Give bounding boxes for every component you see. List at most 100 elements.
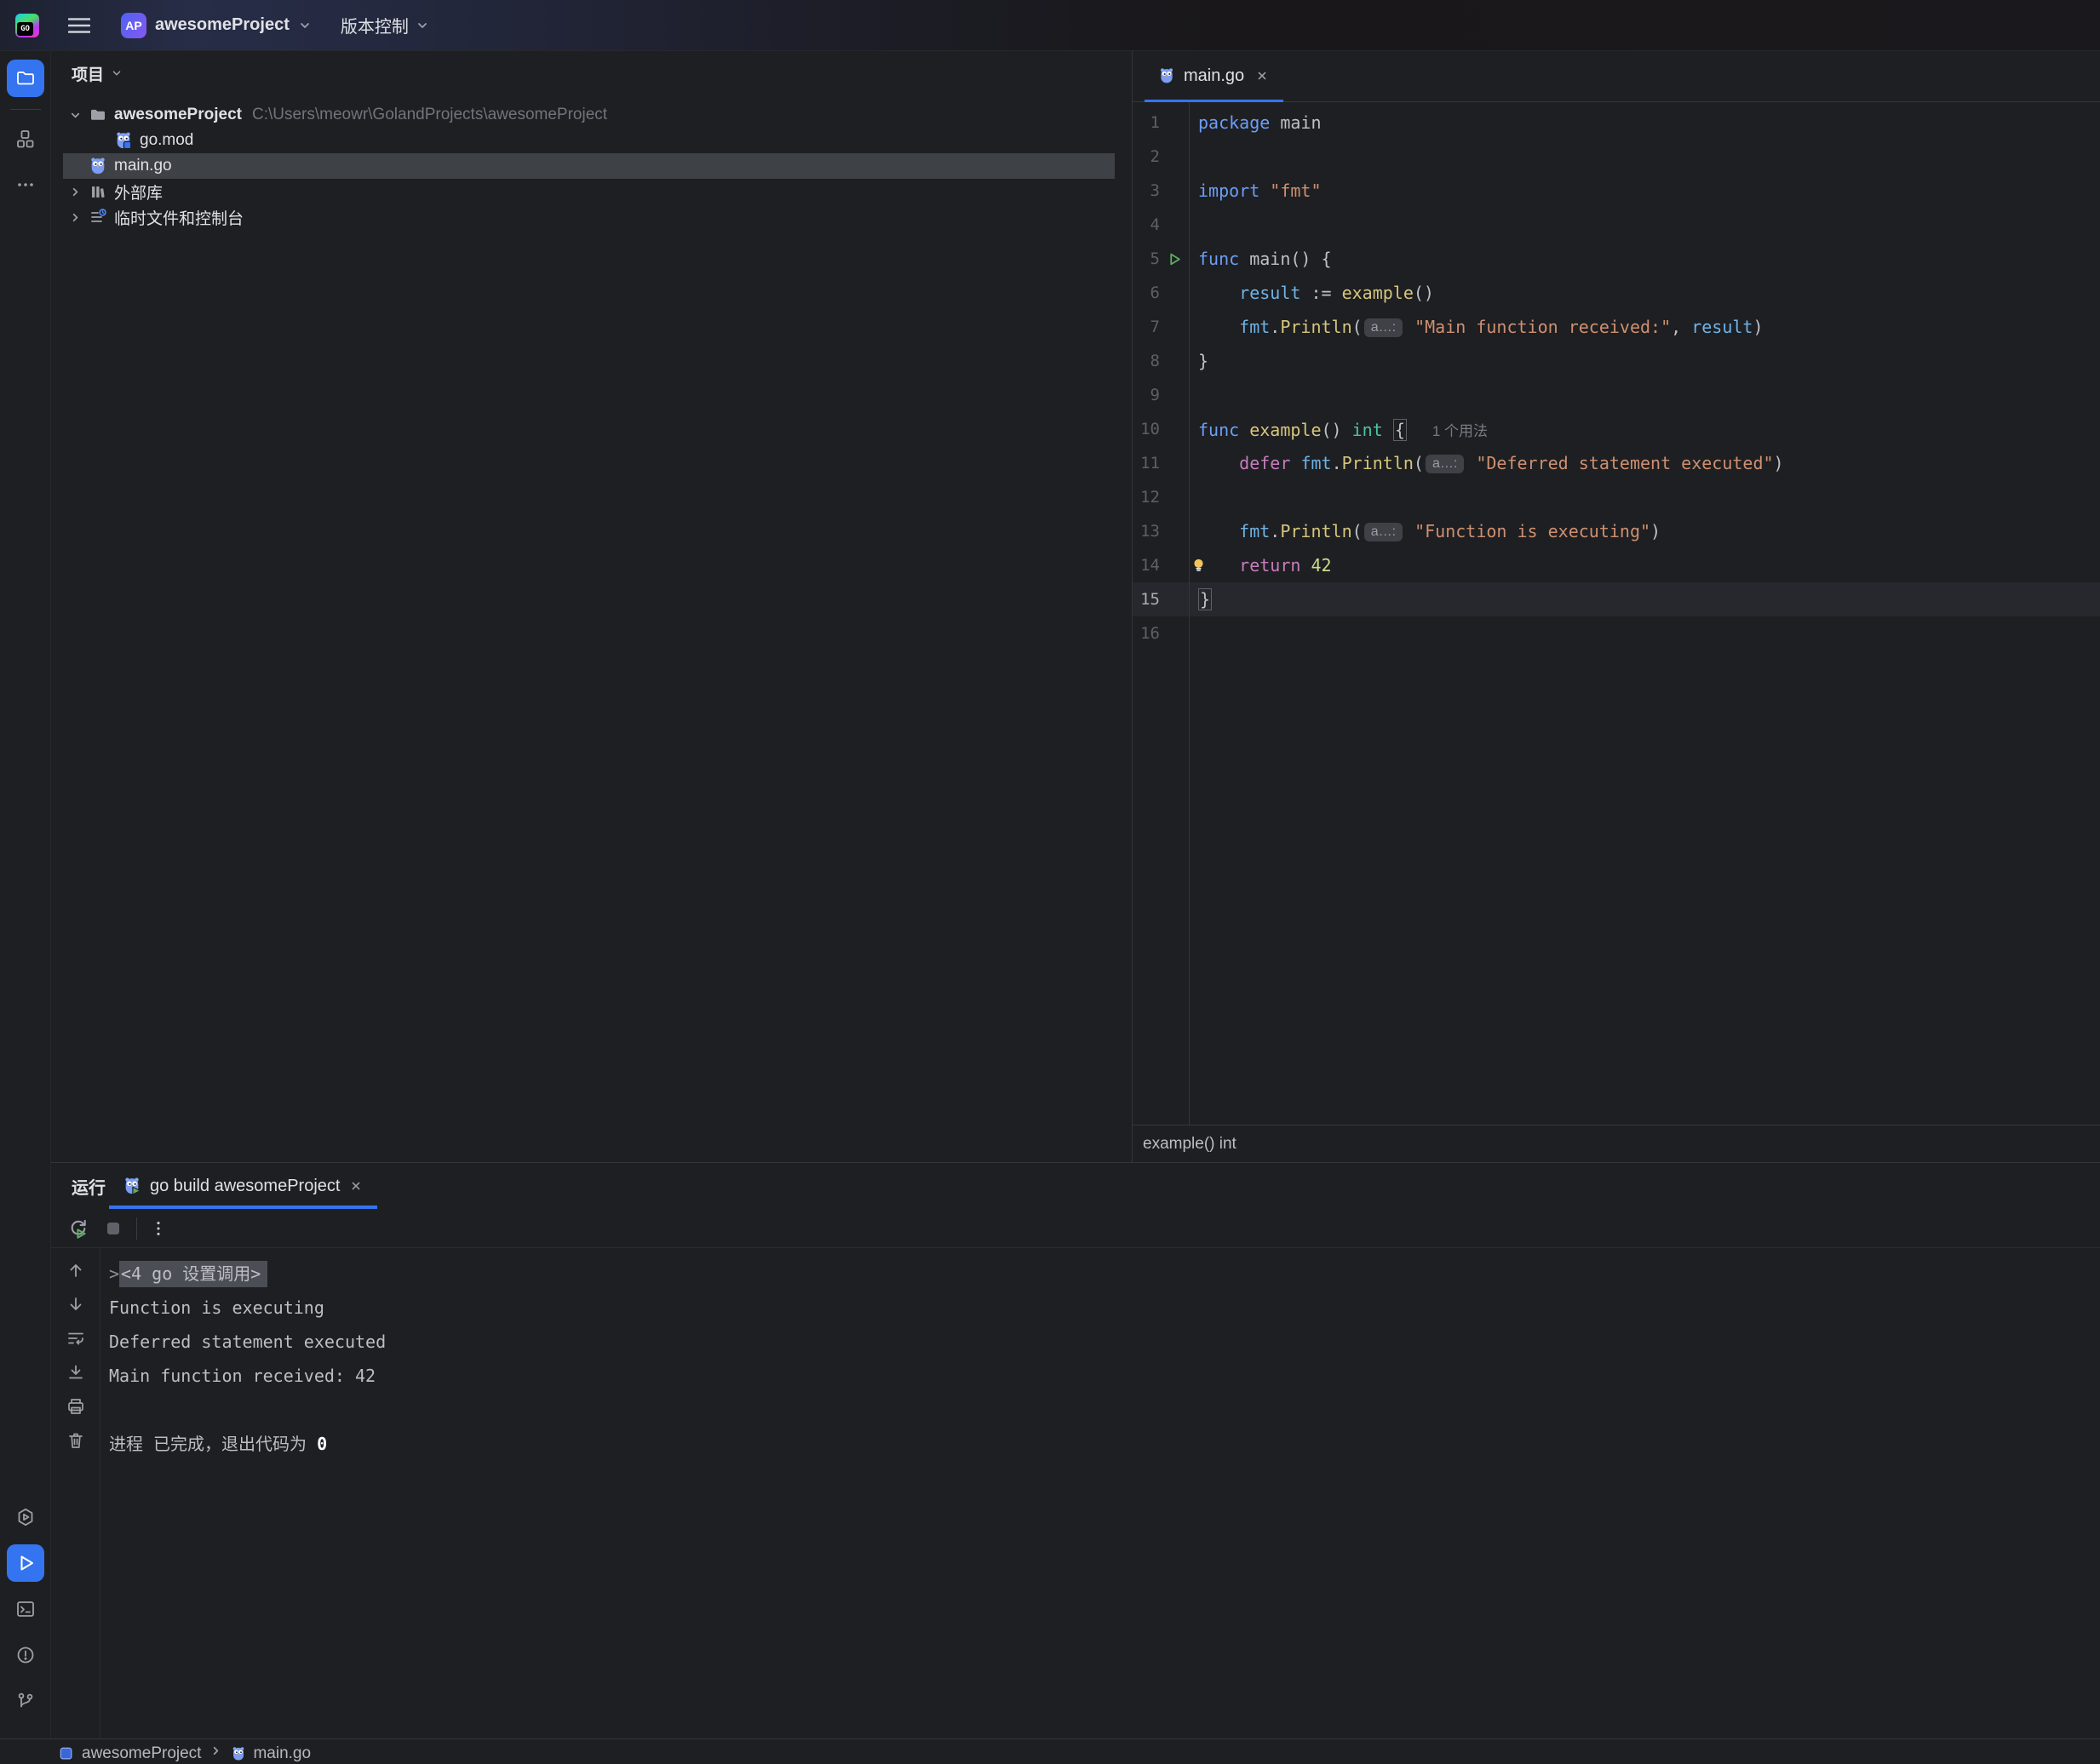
code-line-11[interactable]: 11 defer fmt.Println(a…: "Deferred state… [1133, 446, 2100, 480]
usages-inlay[interactable]: 1 个用法 [1432, 423, 1488, 439]
code-line-8[interactable]: 8} [1133, 344, 2100, 378]
editor-gutter: 6 [1133, 284, 1189, 302]
console-line: Deferred statement executed [109, 1325, 2100, 1359]
line-number: 6 [1133, 284, 1160, 302]
code-text: result := example() [1189, 283, 2100, 303]
scroll-up-icon[interactable] [66, 1260, 86, 1280]
terminal-tool-window-button[interactable] [7, 1590, 44, 1628]
line-number: 16 [1133, 624, 1160, 643]
editor-gutter: 8 [1133, 352, 1189, 370]
editor-tab-bar: main.go [1133, 51, 2100, 102]
console-bold: 0 [317, 1434, 327, 1454]
git-tool-window-button[interactable] [7, 1682, 44, 1720]
vcs-selector[interactable]: 版本控制 [341, 13, 429, 37]
project-panel-header[interactable]: 项目 [51, 51, 1132, 95]
soft-wrap-icon[interactable] [66, 1328, 86, 1349]
run-console-output[interactable]: ><4 go 设置调用>Function is executingDeferre… [100, 1248, 2100, 1738]
tool-window-stripe [0, 51, 51, 1738]
gopherMod-icon [112, 131, 135, 150]
console-line: Function is executing [109, 1291, 2100, 1325]
project-cube-icon [58, 1745, 75, 1762]
main-toolbar: GO AP awesomeProject 版本控制 [0, 0, 2100, 51]
code-line-6[interactable]: 6 result := example() [1133, 276, 2100, 310]
editor-gutter: 5 [1133, 249, 1189, 268]
breadcrumb-project[interactable]: awesomeProject [58, 1744, 201, 1763]
editor-gutter: 9 [1133, 386, 1189, 404]
project-selector[interactable]: AP awesomeProject [121, 13, 312, 38]
code-line-3[interactable]: 3import "fmt" [1133, 174, 2100, 208]
code-line-2[interactable]: 2 [1133, 140, 2100, 174]
run-tab-go-build[interactable]: go build awesomeProject [109, 1163, 377, 1209]
code-text: } [1189, 589, 2100, 610]
code-line-10[interactable]: 10func example() int {1 个用法 [1133, 412, 2100, 446]
code-line-7[interactable]: 7 fmt.Println(a…: "Main function receive… [1133, 310, 2100, 344]
console-line: ><4 go 设置调用> [109, 1257, 2100, 1291]
gopher-icon [87, 157, 109, 175]
param-name-hint: a…: [1364, 318, 1403, 338]
chevron-down-icon[interactable] [63, 109, 87, 122]
editor-gutter: 4 [1133, 215, 1189, 234]
console-line: Main function received: 42 [109, 1359, 2100, 1393]
scratch-icon [87, 209, 109, 226]
code-line-5[interactable]: 5func main() { [1133, 242, 2100, 276]
close-icon[interactable] [1254, 68, 1270, 83]
close-icon[interactable] [348, 1178, 364, 1194]
tree-item-go-mod[interactable]: go.mod [51, 128, 1115, 153]
structure-icon [15, 129, 36, 149]
scroll-down-icon[interactable] [66, 1294, 86, 1314]
services-tool-window-button[interactable] [7, 1498, 44, 1536]
main-menu-icon[interactable] [65, 11, 94, 40]
line-number: 2 [1133, 147, 1160, 166]
project-tool-window-button[interactable] [7, 60, 44, 97]
code-editor[interactable]: 1package main 2 3import "fmt" 4 5func main()… [1133, 102, 2100, 1125]
breadcrumb-file[interactable]: main.go [231, 1744, 311, 1763]
code-line-4[interactable]: 4 [1133, 208, 2100, 242]
editor-gutter: 10 [1133, 420, 1189, 438]
code-line-15[interactable]: 15} [1133, 582, 2100, 616]
more-tool-windows-button[interactable] [7, 166, 44, 203]
intention-bulb-icon[interactable] [1191, 558, 1207, 574]
editor-tab-main-go[interactable]: main.go [1145, 50, 1283, 101]
code-line-9[interactable]: 9 [1133, 378, 2100, 412]
tree-item-label: go.mod [140, 131, 193, 150]
run-tab-label: go build awesomeProject [150, 1177, 340, 1196]
structure-tool-window-button[interactable] [7, 120, 44, 158]
stop-icon[interactable] [102, 1217, 124, 1240]
project-avatar: AP [121, 13, 146, 38]
tree-item-scratches-and-consoles[interactable]: 临时文件和控制台 [51, 204, 1115, 230]
code-text: defer fmt.Println(a…: "Deferred statemen… [1189, 453, 2100, 474]
console-fold[interactable]: <4 go 设置调用> [119, 1261, 267, 1287]
tree-item-awesome-project-root[interactable]: awesomeProjectC:\Users\meowr\GolandProje… [51, 102, 1115, 128]
code-line-1[interactable]: 1package main [1133, 106, 2100, 140]
problems-tool-window-button[interactable] [7, 1636, 44, 1674]
git-branch-icon [15, 1691, 36, 1711]
tree-item-external-libraries[interactable]: 外部库 [51, 179, 1115, 204]
chevron-right-icon[interactable] [63, 186, 87, 198]
clear-console-icon[interactable] [66, 1430, 86, 1451]
rerun-icon[interactable] [66, 1217, 90, 1240]
chevron-right-icon[interactable] [63, 211, 87, 224]
editor-gutter: 13 [1133, 522, 1189, 541]
scroll-to-end-icon[interactable] [66, 1362, 86, 1383]
editor-gutter: 7 [1133, 318, 1189, 336]
code-line-16[interactable]: 16 [1133, 616, 2100, 650]
breadcrumb-label: awesomeProject [82, 1744, 201, 1763]
tree-item-main-go[interactable]: main.go [63, 153, 1115, 179]
line-number: 15 [1133, 590, 1160, 609]
matched-brace: { [1393, 419, 1407, 441]
project-tree: awesomeProjectC:\Users\meowr\GolandProje… [51, 102, 1132, 230]
tree-item-label: awesomeProject [114, 106, 242, 124]
run-tool-window-button[interactable] [7, 1544, 44, 1582]
code-text: import "fmt" [1189, 180, 2100, 201]
run-gutter-icon[interactable] [1160, 252, 1189, 266]
code-line-14[interactable]: 14 return 42 [1133, 548, 2100, 582]
code-line-13[interactable]: 13 fmt.Println(a…: "Function is executin… [1133, 514, 2100, 548]
more-options-icon[interactable] [149, 1219, 168, 1238]
status-bar: awesomeProject main.go [0, 1738, 2100, 1764]
line-number: 1 [1133, 113, 1160, 132]
code-text: fmt.Println(a…: "Main function received:… [1189, 317, 2100, 338]
folder-icon [87, 106, 109, 123]
editor-area: main.go 1package main 2 3import "fmt" 4 5fun… [1133, 51, 2100, 1162]
code-line-12[interactable]: 12 [1133, 480, 2100, 514]
print-icon[interactable] [66, 1396, 86, 1417]
